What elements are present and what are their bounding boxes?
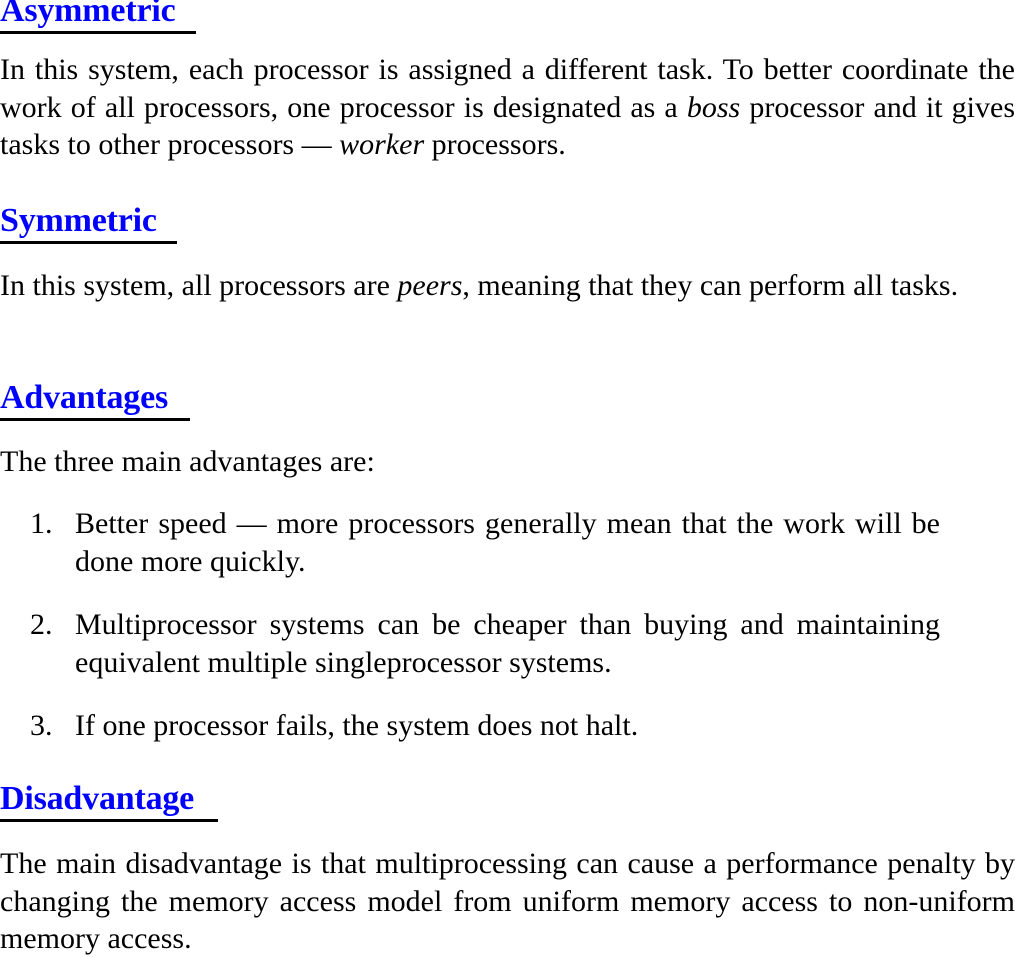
emphasis-worker: worker xyxy=(339,128,425,161)
list-item-marker: 2. xyxy=(30,608,53,641)
paragraph-text-part: , meaning that they can perform all task… xyxy=(462,269,959,302)
heading-text: Disadvantage xyxy=(0,780,195,817)
paragraph-text-part: In this system, all processors are xyxy=(0,269,398,302)
paragraph-disadvantage: The main disadvantage is that multiproce… xyxy=(0,845,1015,958)
paragraph-text-part: processors. xyxy=(424,128,566,161)
section-heading-advantages: Advantages xyxy=(0,381,190,421)
heading-text: Symmetric xyxy=(0,202,157,239)
list-item-text: Better speed — more processors generally… xyxy=(75,507,940,578)
list-item: 3. If one processor fails, the system do… xyxy=(0,707,940,745)
document-page: Asymmetric In this system, each processo… xyxy=(0,0,1015,955)
heading-underline-rule xyxy=(0,819,218,822)
section-heading-asymmetric: Asymmetric xyxy=(0,0,196,34)
section-heading-disadvantage: Disadvantage xyxy=(0,782,218,822)
heading-text: Advantages xyxy=(0,379,169,416)
heading-underline-rule xyxy=(0,31,196,34)
section-heading-symmetric: Symmetric xyxy=(0,204,177,244)
list-item: 2. Multiprocessor systems can be cheaper… xyxy=(0,606,940,681)
list-item: 1. Better speed — more processors genera… xyxy=(0,505,940,580)
intro-text: The three main advantages are: xyxy=(0,445,375,478)
emphasis-peers: peers xyxy=(397,269,463,302)
heading-underline-rule xyxy=(0,241,177,244)
list-item-text: Multiprocessor systems can be cheaper th… xyxy=(75,608,940,679)
list-item-text: If one processor fails, the system does … xyxy=(75,709,639,742)
list-item-marker: 3. xyxy=(30,709,53,742)
paragraph-advantages-intro: The three main advantages are: xyxy=(0,443,1015,481)
advantages-list: 1. Better speed — more processors genera… xyxy=(0,505,1015,745)
paragraph-text: The main disadvantage is that multiproce… xyxy=(0,847,1015,955)
heading-underline-rule xyxy=(0,418,190,421)
paragraph-asymmetric: In this system, each processor is assign… xyxy=(0,51,1015,164)
heading-text: Asymmetric xyxy=(0,0,176,29)
emphasis-boss: boss xyxy=(686,90,741,124)
list-item-marker: 1. xyxy=(30,507,53,540)
paragraph-symmetric: In this system, all processors are peers… xyxy=(0,267,1015,305)
